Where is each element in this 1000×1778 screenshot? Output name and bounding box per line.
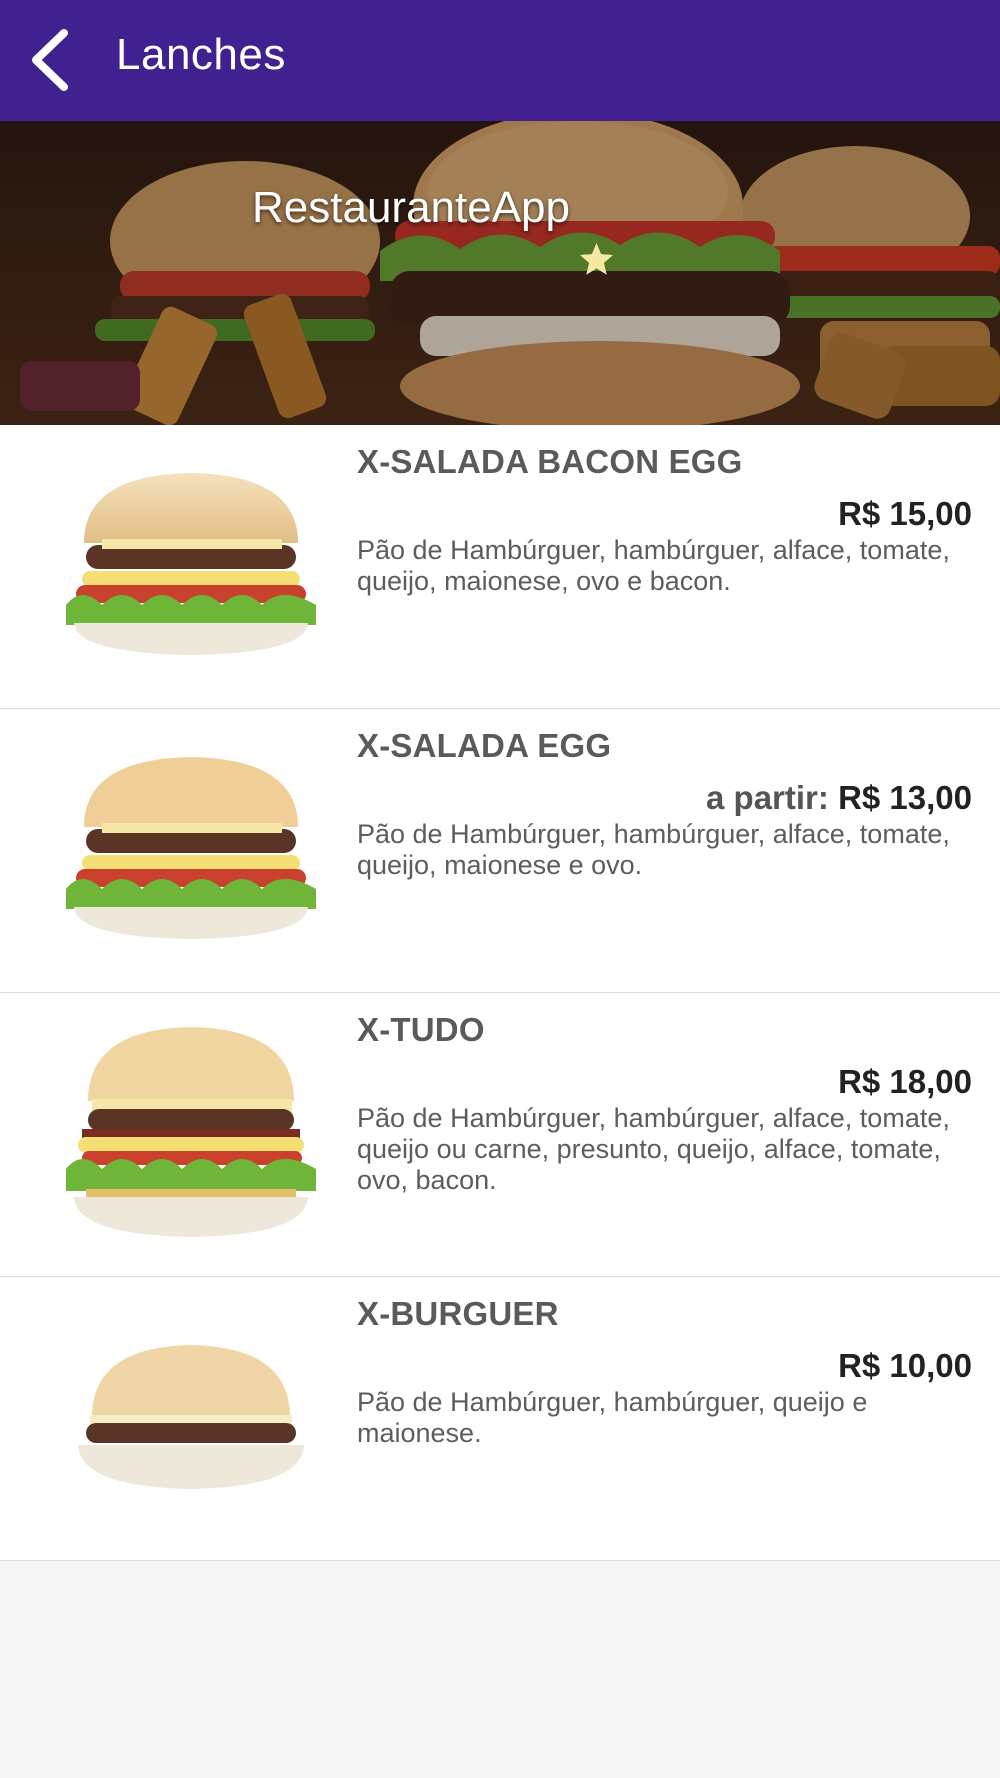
- item-name: X-SALADA EGG: [357, 727, 612, 764]
- menu-item[interactable]: X-TUDO R$ 18,00 Pão de Hambúrguer, hambú…: [0, 993, 1000, 1277]
- item-description: Pão de Hambúrguer, hambúrguer, queijo e …: [357, 1387, 868, 1448]
- star-icon: [580, 243, 613, 275]
- item-price: R$ 15,00: [838, 495, 972, 533]
- burger-image: [66, 473, 316, 655]
- menu-item[interactable]: X-SALADA EGG a partir: R$ 13,00 Pão de H…: [0, 709, 1000, 993]
- back-button[interactable]: [14, 22, 86, 98]
- item-description: Pão de Hambúrguer, hambúrguer, alface, t…: [357, 535, 950, 596]
- item-name: X-SALADA BACON EGG: [357, 443, 743, 480]
- price-value: R$ 10,00: [838, 1347, 972, 1384]
- price-value: R$ 13,00: [838, 779, 972, 816]
- menu-item[interactable]: X-BURGUER R$ 10,00 Pão de Hambúrguer, ha…: [0, 1277, 1000, 1561]
- hero-banner: RestauranteApp: [0, 121, 1000, 425]
- price-value: R$ 18,00: [838, 1063, 972, 1100]
- page-title: Lanches: [116, 30, 286, 79]
- item-description: Pão de Hambúrguer, hambúrguer, alface, t…: [357, 819, 950, 880]
- price-value: R$ 15,00: [838, 495, 972, 532]
- burger-image: [66, 757, 316, 939]
- item-description: Pão de Hambúrguer, hambúrguer, alface, t…: [357, 1103, 950, 1195]
- burger-image: [78, 1345, 304, 1489]
- menu-list: X-SALADA BACON EGG R$ 15,00 Pão de Hambú…: [0, 425, 1000, 1561]
- price-prefix: a partir:: [706, 779, 839, 816]
- app-bar: Lanches: [0, 0, 1000, 121]
- app-screen: Lanches RestauranteApp X-SALADA BACON EG…: [0, 0, 1000, 1778]
- item-price: R$ 10,00: [838, 1347, 972, 1385]
- restaurant-name: RestauranteApp: [252, 183, 570, 232]
- item-price: R$ 18,00: [838, 1063, 972, 1101]
- burgers-banner-image: [0, 121, 1000, 425]
- item-name: X-BURGUER: [357, 1295, 559, 1332]
- chevron-left-icon: [32, 29, 68, 91]
- item-name: X-TUDO: [357, 1011, 485, 1048]
- item-price: a partir: R$ 13,00: [706, 779, 972, 817]
- burger-image: [66, 1027, 316, 1237]
- menu-item[interactable]: X-SALADA BACON EGG R$ 15,00 Pão de Hambú…: [0, 425, 1000, 709]
